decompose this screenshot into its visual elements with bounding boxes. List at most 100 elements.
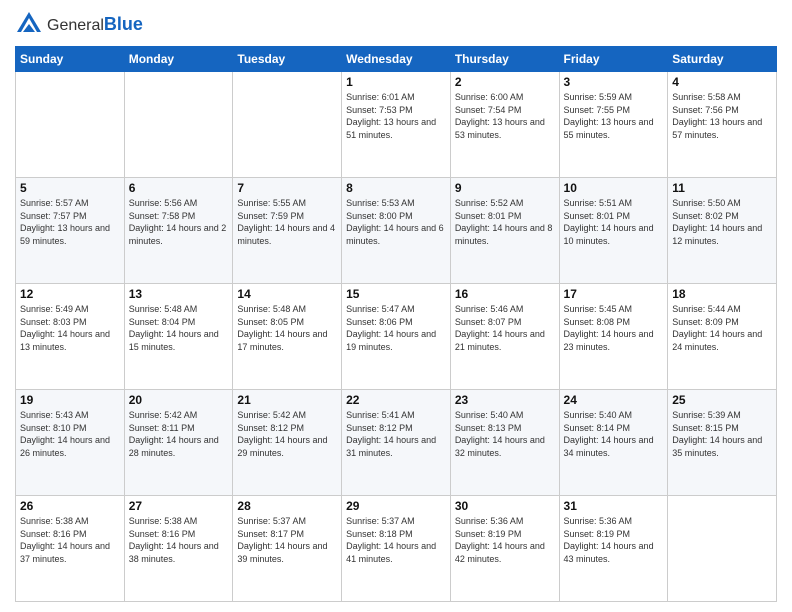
- day-info: Sunrise: 5:49 AM Sunset: 8:03 PM Dayligh…: [20, 303, 120, 353]
- week-row-4: 19Sunrise: 5:43 AM Sunset: 8:10 PM Dayli…: [16, 390, 777, 496]
- day-number: 9: [455, 181, 555, 195]
- day-number: 16: [455, 287, 555, 301]
- day-info: Sunrise: 6:01 AM Sunset: 7:53 PM Dayligh…: [346, 91, 446, 141]
- day-cell-28: 28 Sunrise: 5:37 AM Sunset: 8:17 PM Dayli…: [233, 496, 342, 602]
- page: GeneralBlue SundayMondayTuesdayWednesday…: [0, 0, 792, 612]
- day-cell-22: 22 Sunrise: 5:41 AM Sunset: 8:12 PM Dayli…: [342, 390, 451, 496]
- day-number: 29: [346, 499, 446, 513]
- day-number: 22: [346, 393, 446, 407]
- week-row-2: 5 Sunrise: 5:57 AM Sunset: 7:57 PM Daylig…: [16, 178, 777, 284]
- weekday-header-row: SundayMondayTuesdayWednesdayThursdayFrid…: [16, 47, 777, 72]
- day-number: 28: [237, 499, 337, 513]
- day-info: Sunrise: 5:58 AM Sunset: 7:56 PM Dayligh…: [672, 91, 772, 141]
- day-cell-9: 9 Sunrise: 5:52 AM Sunset: 8:01 PM Daylig…: [450, 178, 559, 284]
- logo-blue: Blue: [104, 14, 143, 35]
- day-info: Sunrise: 5:37 AM Sunset: 8:17 PM Dayligh…: [237, 515, 337, 565]
- day-number: 27: [129, 499, 229, 513]
- day-number: 3: [564, 75, 664, 89]
- weekday-header-wednesday: Wednesday: [342, 47, 451, 72]
- week-row-5: 26Sunrise: 5:38 AM Sunset: 8:16 PM Dayli…: [16, 496, 777, 602]
- day-cell-11: 11 Sunrise: 5:50 AM Sunset: 8:02 PM Dayli…: [668, 178, 777, 284]
- day-info: Sunrise: 5:59 AM Sunset: 7:55 PM Dayligh…: [564, 91, 664, 141]
- day-cell-12: 12 Sunrise: 5:49 AM Sunset: 8:03 PM Dayli…: [16, 284, 125, 390]
- empty-cell: [668, 496, 777, 602]
- empty-cell: [233, 72, 342, 178]
- weekday-header-tuesday: Tuesday: [233, 47, 342, 72]
- day-number: 4: [672, 75, 772, 89]
- day-number: 6: [129, 181, 229, 195]
- day-info: Sunrise: 5:50 AM Sunset: 8:02 PM Dayligh…: [672, 197, 772, 247]
- empty-cell: [16, 72, 125, 178]
- day-info: Sunrise: 5:52 AM Sunset: 8:01 PM Dayligh…: [455, 197, 555, 247]
- day-number: 20: [129, 393, 229, 407]
- day-number: 23: [455, 393, 555, 407]
- day-number: 1: [346, 75, 446, 89]
- day-cell-19: 19Sunrise: 5:43 AM Sunset: 8:10 PM Dayli…: [16, 390, 125, 496]
- day-info: Sunrise: 5:36 AM Sunset: 8:19 PM Dayligh…: [455, 515, 555, 565]
- day-number: 18: [672, 287, 772, 301]
- day-cell-24: 24 Sunrise: 5:40 AM Sunset: 8:14 PM Dayli…: [559, 390, 668, 496]
- day-cell-17: 17Sunrise: 5:45 AM Sunset: 8:08 PM Dayli…: [559, 284, 668, 390]
- day-number: 13: [129, 287, 229, 301]
- day-number: 7: [237, 181, 337, 195]
- weekday-header-monday: Monday: [124, 47, 233, 72]
- day-info: Sunrise: 6:00 AM Sunset: 7:54 PM Dayligh…: [455, 91, 555, 141]
- week-row-3: 12 Sunrise: 5:49 AM Sunset: 8:03 PM Dayli…: [16, 284, 777, 390]
- day-number: 14: [237, 287, 337, 301]
- weekday-header-thursday: Thursday: [450, 47, 559, 72]
- day-cell-25: 25 Sunrise: 5:39 AM Sunset: 8:15 PM Dayli…: [668, 390, 777, 496]
- day-cell-27: 27Sunrise: 5:38 AM Sunset: 8:16 PM Dayli…: [124, 496, 233, 602]
- day-cell-21: 21Sunrise: 5:42 AM Sunset: 8:12 PM Dayli…: [233, 390, 342, 496]
- day-info: Sunrise: 5:48 AM Sunset: 8:05 PM Dayligh…: [237, 303, 337, 353]
- day-info: Sunrise: 5:47 AM Sunset: 8:06 PM Dayligh…: [346, 303, 446, 353]
- day-info: Sunrise: 5:51 AM Sunset: 8:01 PM Dayligh…: [564, 197, 664, 247]
- day-cell-7: 7Sunrise: 5:55 AM Sunset: 7:59 PM Daylig…: [233, 178, 342, 284]
- day-cell-13: 13 Sunrise: 5:48 AM Sunset: 8:04 PM Dayli…: [124, 284, 233, 390]
- day-number: 25: [672, 393, 772, 407]
- day-cell-26: 26Sunrise: 5:38 AM Sunset: 8:16 PM Dayli…: [16, 496, 125, 602]
- day-info: Sunrise: 5:42 AM Sunset: 8:11 PM Dayligh…: [129, 409, 229, 459]
- day-cell-1: 1 Sunrise: 6:01 AM Sunset: 7:53 PM Daylig…: [342, 72, 451, 178]
- day-info: Sunrise: 5:56 AM Sunset: 7:58 PM Dayligh…: [129, 197, 229, 247]
- day-number: 5: [20, 181, 120, 195]
- day-cell-5: 5 Sunrise: 5:57 AM Sunset: 7:57 PM Daylig…: [16, 178, 125, 284]
- day-cell-18: 18 Sunrise: 5:44 AM Sunset: 8:09 PM Dayli…: [668, 284, 777, 390]
- day-info: Sunrise: 5:43 AM Sunset: 8:10 PM Dayligh…: [20, 409, 120, 459]
- day-info: Sunrise: 5:40 AM Sunset: 8:14 PM Dayligh…: [564, 409, 664, 459]
- logo-icon: [15, 10, 43, 38]
- day-cell-23: 23 Sunrise: 5:40 AM Sunset: 8:13 PM Dayli…: [450, 390, 559, 496]
- day-info: Sunrise: 5:48 AM Sunset: 8:04 PM Dayligh…: [129, 303, 229, 353]
- day-number: 12: [20, 287, 120, 301]
- day-number: 8: [346, 181, 446, 195]
- logo-general: General: [47, 17, 104, 35]
- day-cell-15: 15Sunrise: 5:47 AM Sunset: 8:06 PM Dayli…: [342, 284, 451, 390]
- weekday-header-saturday: Saturday: [668, 47, 777, 72]
- day-info: Sunrise: 5:57 AM Sunset: 7:57 PM Dayligh…: [20, 197, 120, 247]
- day-number: 17: [564, 287, 664, 301]
- day-number: 2: [455, 75, 555, 89]
- day-number: 10: [564, 181, 664, 195]
- empty-cell: [124, 72, 233, 178]
- day-cell-31: 31Sunrise: 5:36 AM Sunset: 8:19 PM Dayli…: [559, 496, 668, 602]
- day-cell-20: 20 Sunrise: 5:42 AM Sunset: 8:11 PM Dayli…: [124, 390, 233, 496]
- day-info: Sunrise: 5:40 AM Sunset: 8:13 PM Dayligh…: [455, 409, 555, 459]
- day-number: 31: [564, 499, 664, 513]
- day-number: 24: [564, 393, 664, 407]
- day-info: Sunrise: 5:44 AM Sunset: 8:09 PM Dayligh…: [672, 303, 772, 353]
- day-number: 26: [20, 499, 120, 513]
- day-number: 11: [672, 181, 772, 195]
- weekday-header-friday: Friday: [559, 47, 668, 72]
- day-cell-8: 8 Sunrise: 5:53 AM Sunset: 8:00 PM Daylig…: [342, 178, 451, 284]
- day-cell-29: 29Sunrise: 5:37 AM Sunset: 8:18 PM Dayli…: [342, 496, 451, 602]
- day-number: 30: [455, 499, 555, 513]
- week-row-1: 1 Sunrise: 6:01 AM Sunset: 7:53 PM Daylig…: [16, 72, 777, 178]
- header: GeneralBlue: [15, 10, 777, 38]
- day-info: Sunrise: 5:39 AM Sunset: 8:15 PM Dayligh…: [672, 409, 772, 459]
- day-info: Sunrise: 5:46 AM Sunset: 8:07 PM Dayligh…: [455, 303, 555, 353]
- day-cell-30: 30 Sunrise: 5:36 AM Sunset: 8:19 PM Dayli…: [450, 496, 559, 602]
- day-cell-6: 6 Sunrise: 5:56 AM Sunset: 7:58 PM Daylig…: [124, 178, 233, 284]
- day-info: Sunrise: 5:42 AM Sunset: 8:12 PM Dayligh…: [237, 409, 337, 459]
- day-info: Sunrise: 5:53 AM Sunset: 8:00 PM Dayligh…: [346, 197, 446, 247]
- day-info: Sunrise: 5:41 AM Sunset: 8:12 PM Dayligh…: [346, 409, 446, 459]
- logo-text: GeneralBlue: [47, 14, 143, 35]
